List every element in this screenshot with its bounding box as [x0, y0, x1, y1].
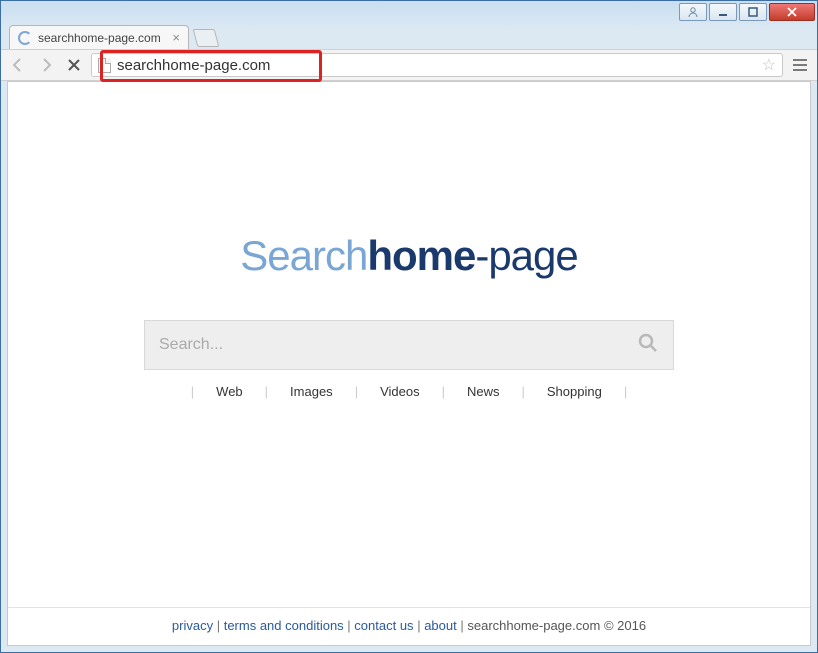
minimize-button[interactable]	[709, 3, 737, 21]
cat-shopping[interactable]: Shopping	[525, 384, 624, 399]
loading-icon	[18, 31, 32, 45]
forward-button[interactable]	[35, 54, 57, 76]
search-input[interactable]	[159, 336, 637, 354]
bookmark-star-icon[interactable]: ☆	[762, 55, 776, 75]
site-logo: Searchhome-page	[240, 232, 578, 280]
address-bar[interactable]: searchhome-page.com ☆	[91, 53, 783, 77]
page-viewport: Searchhome-page | Web | Images | Videos …	[7, 81, 811, 646]
cat-images[interactable]: Images	[268, 384, 355, 399]
browser-tab[interactable]: searchhome-page.com ×	[9, 25, 189, 49]
url-text: searchhome-page.com	[117, 57, 270, 74]
search-icon[interactable]	[637, 332, 659, 359]
footer-contact[interactable]: contact us	[354, 618, 413, 633]
user-button[interactable]	[679, 3, 707, 21]
cat-videos[interactable]: Videos	[358, 384, 442, 399]
cat-news[interactable]: News	[445, 384, 522, 399]
menu-button[interactable]	[789, 54, 811, 76]
tab-title: searchhome-page.com	[38, 31, 161, 45]
cat-web[interactable]: Web	[194, 384, 265, 399]
category-nav: | Web | Images | Videos | News | Shoppin…	[191, 384, 627, 399]
search-box[interactable]	[144, 320, 674, 370]
back-button[interactable]	[7, 54, 29, 76]
footer-privacy[interactable]: privacy	[172, 618, 213, 633]
maximize-button[interactable]	[739, 3, 767, 21]
footer: privacy | terms and conditions | contact…	[8, 607, 810, 633]
page-icon	[98, 58, 111, 73]
close-button[interactable]	[769, 3, 815, 21]
footer-about[interactable]: about	[424, 618, 457, 633]
tab-close-icon[interactable]: ×	[172, 30, 180, 45]
new-tab-button[interactable]	[193, 29, 220, 47]
footer-terms[interactable]: terms and conditions	[224, 618, 344, 633]
stop-button[interactable]	[63, 54, 85, 76]
